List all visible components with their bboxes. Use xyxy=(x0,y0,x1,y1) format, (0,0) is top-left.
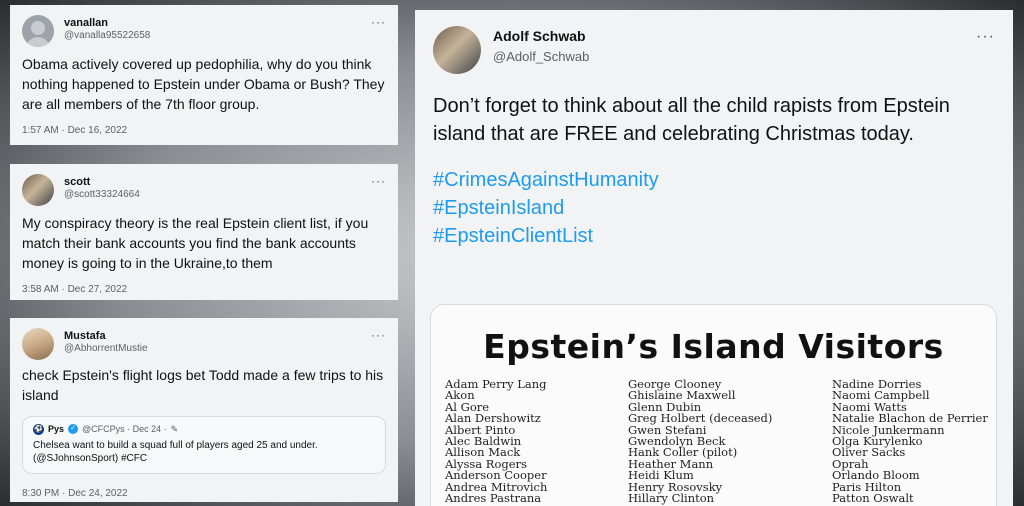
tweet-text: Obama actively covered up pedophilia, wh… xyxy=(22,56,385,112)
tweet-card-vanallan[interactable]: vanallan @vanalla95522658 ··· Obama acti… xyxy=(10,5,398,145)
visitor-name: Hillary Clinton xyxy=(628,491,715,506)
more-options-icon[interactable]: ··· xyxy=(371,174,386,188)
visitor-column: Nadine Dorries Naomi Campbell Naomi Watts N… xyxy=(832,378,988,506)
display-name[interactable]: vanallan xyxy=(64,17,365,30)
hashtag-list: #CrimesAgainstHumanity #EpsteinIsland #E… xyxy=(433,166,995,250)
avatar[interactable] xyxy=(22,15,54,47)
quoted-tweet[interactable]: ⚽ Pys ✓ @CFCPys · Dec 24 · ✎ Chelsea wan… xyxy=(22,415,386,474)
timestamp[interactable]: 3:58 AM · Dec 27, 2022 xyxy=(22,284,386,295)
visitor-name: Andres Pastrana xyxy=(445,491,542,506)
display-name[interactable]: Mustafa xyxy=(64,330,365,343)
tweet-card-mustafa[interactable]: Mustafa @AbhorrentMustie ··· check Epste… xyxy=(10,318,398,502)
visitor-column: Adam Perry Lang Akon Al Gore Alan Dershowit… xyxy=(445,378,547,506)
tweet-card-main[interactable]: Adolf Schwab @Adolf_Schwab ··· Don’t for… xyxy=(415,10,1013,506)
handle[interactable]: @scott33324664 xyxy=(64,189,365,201)
more-options-icon[interactable]: ··· xyxy=(976,28,995,46)
tweet-text: check Epstein's flight logs bet Todd mad… xyxy=(22,367,384,403)
hashtag-link[interactable]: #EpsteinClientList xyxy=(433,222,995,250)
quoted-handle[interactable]: @CFCPys · Dec 24 · xyxy=(82,424,167,434)
timestamp[interactable]: 1:57 AM · Dec 16, 2022 xyxy=(22,125,386,136)
timestamp[interactable]: 8:30 PM · Dec 24, 2022 xyxy=(22,488,386,499)
display-name[interactable]: scott xyxy=(64,176,365,189)
avatar[interactable] xyxy=(22,174,54,206)
media-title: Epstein’s Island Visitors xyxy=(483,327,944,366)
pencil-icon: ✎ xyxy=(170,423,179,434)
hashtag-link[interactable]: #EpsteinIsland xyxy=(433,194,995,222)
tweet-text: My conspiracy theory is the real Epstein… xyxy=(22,215,369,271)
tweet-media-image[interactable]: Epstein’s Island Visitors Adam Perry Lan… xyxy=(430,304,997,506)
avatar[interactable] xyxy=(433,26,481,74)
avatar[interactable] xyxy=(22,328,54,360)
handle[interactable]: @vanalla95522658 xyxy=(64,30,365,42)
visitor-name: Patton Oswalt xyxy=(832,491,914,506)
verified-badge-icon: ✓ xyxy=(68,424,79,435)
hashtag-link[interactable]: #CrimesAgainstHumanity xyxy=(433,166,995,194)
visitor-column: George Clooney Ghislaine Maxwell Glenn Dub… xyxy=(628,378,772,506)
more-options-icon[interactable]: ··· xyxy=(371,15,386,29)
tweet-card-scott[interactable]: scott @scott33324664 ··· My conspiracy t… xyxy=(10,164,398,300)
visitor-list: Adam Perry Lang Akon Al Gore Alan Dershowit… xyxy=(445,378,996,506)
quoted-display-name[interactable]: Pys xyxy=(48,424,64,434)
tweet-text: Don’t forget to think about all the chil… xyxy=(433,95,950,145)
display-name[interactable]: Adolf Schwab xyxy=(493,28,970,45)
cfc-logo-icon: ⚽ xyxy=(33,423,44,435)
handle[interactable]: @AbhorrentMustie xyxy=(64,343,365,355)
handle[interactable]: @Adolf_Schwab xyxy=(493,49,970,65)
quoted-tweet-text: Chelsea want to build a squad full of pl… xyxy=(33,439,318,465)
more-options-icon[interactable]: ··· xyxy=(371,328,386,342)
